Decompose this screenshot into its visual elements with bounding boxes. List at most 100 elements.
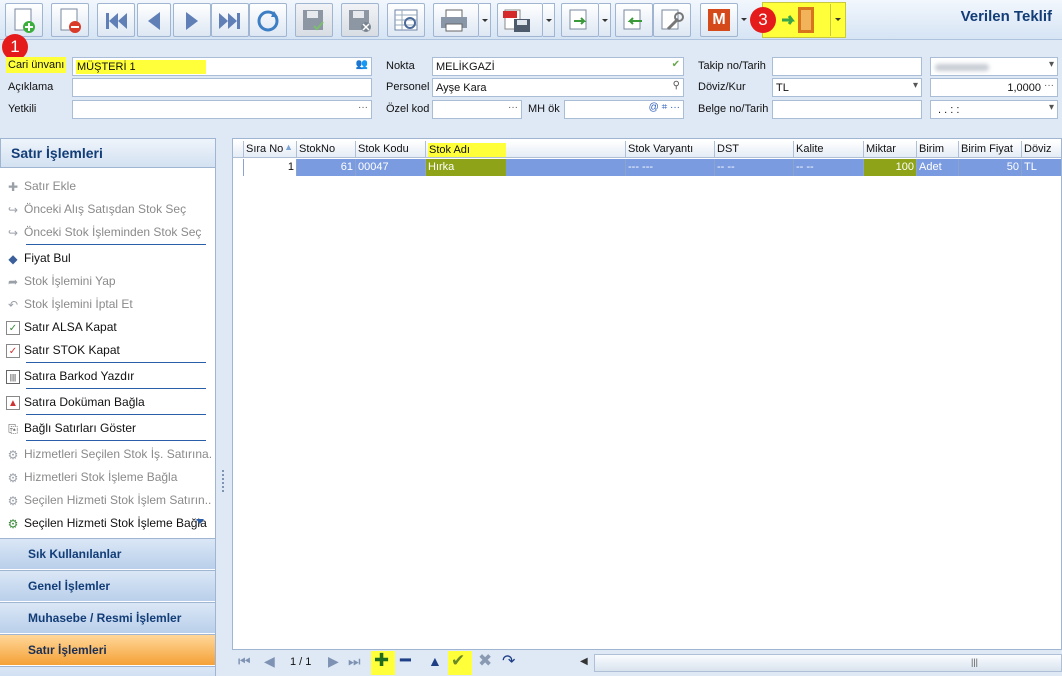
cell-stok-adi[interactable]: Hırka [426, 159, 626, 176]
redo-icon[interactable]: ↷ [502, 651, 515, 671]
ellipsis-icon[interactable]: ··· [358, 102, 368, 113]
scroll-left-icon[interactable]: ◀ [580, 656, 588, 676]
column-header-stok-no[interactable]: StokNo [297, 141, 356, 158]
column-header-dst[interactable]: DST [715, 141, 794, 158]
m-dropdown-button[interactable] [738, 3, 750, 37]
kur-field[interactable]: 1,0000 ··· [930, 78, 1058, 97]
cancel-x-icon[interactable]: ✖ [478, 651, 492, 671]
previous-record-button[interactable] [137, 3, 171, 37]
column-header-birim-fiyat[interactable]: Birim Fiyat [959, 141, 1022, 158]
panel-splitter[interactable] [218, 138, 230, 676]
first-page-icon[interactable]: ⏮ [238, 653, 251, 673]
export-button[interactable] [561, 3, 599, 37]
column-header-doviz[interactable]: Döviz [1022, 141, 1061, 158]
mh-ok-field[interactable]: @ ⌗ ··· [564, 100, 684, 119]
column-header-miktar[interactable]: Miktar [864, 141, 917, 158]
chevron-down-icon[interactable]: ▾ [1049, 59, 1054, 70]
nav-group-muhasebe[interactable]: Muhasebe / Resmi İşlemler [0, 602, 215, 633]
column-header-stok-varyanti[interactable]: Stok Varyantı [626, 141, 715, 158]
remove-row-icon[interactable]: ━ [400, 650, 411, 670]
action-hizmetleri-stok-bagla[interactable]: ⚙ Hizmetleri Stok İşleme Bağla [6, 467, 211, 487]
nav-group-sik-kullanilanlar[interactable]: Sık Kullanılanlar [0, 538, 215, 569]
collapse-arrow-icon[interactable] [196, 519, 204, 524]
cancel-save-button[interactable] [341, 3, 379, 37]
aciklama-field[interactable] [72, 78, 372, 97]
move-up-icon[interactable]: ▲ [428, 653, 442, 673]
pdf-export-button[interactable] [497, 3, 543, 37]
action-satir-ekle[interactable]: ✚ Satır Ekle [6, 176, 211, 196]
refresh-button[interactable] [249, 3, 287, 37]
nav-group-satir-islemleri[interactable]: Satır İşlemleri [0, 634, 215, 665]
action-fiyat-bul[interactable]: ◆ Fiyat Bul [6, 248, 211, 268]
takip-no-field[interactable] [772, 57, 922, 76]
column-header-stok-adi[interactable]: Stok Adı [426, 141, 626, 158]
action-satira-barkod-yazdir[interactable]: ||| Satıra Barkod Yazdır [6, 366, 211, 386]
action-hizmetleri-secilen-stok[interactable]: ⚙ Hizmetleri Seçilen Stok İş. Satırına... [6, 444, 211, 464]
export-dropdown-button[interactable] [599, 3, 611, 37]
cell-dst[interactable]: -- -- [715, 159, 794, 176]
column-header-kalite[interactable]: Kalite [794, 141, 864, 158]
cari-unvani-field[interactable]: MÜŞTERİ 1 👥 [72, 57, 372, 76]
chevron-down-icon[interactable]: ▾ [913, 80, 918, 91]
action-stok-islemini-iptal[interactable]: ↶ Stok İşlemini İptal Et [6, 294, 211, 314]
cell-stok-varyanti[interactable]: --- --- [626, 159, 715, 176]
doviz-select[interactable]: TL ▾ [772, 78, 922, 97]
cell-birim-fiyat[interactable]: 50 [959, 159, 1022, 176]
customer-lookup-icon[interactable]: 👥 [356, 59, 368, 70]
exit-dropdown-button[interactable] [830, 4, 844, 36]
save-button[interactable] [295, 3, 333, 37]
m-button[interactable]: M [700, 3, 738, 37]
print-dropdown-button[interactable] [479, 3, 491, 37]
cell-stok-kodu[interactable]: 00047 [356, 159, 426, 176]
ellipsis-icon[interactable]: ··· [508, 102, 518, 113]
delete-record-button[interactable] [51, 3, 89, 37]
email-icon[interactable]: @ ⌗ ··· [649, 102, 680, 113]
action-onceki-stok-islem[interactable]: ↪ Önceki Stok İşleminden Stok Seç [6, 222, 211, 242]
last-page-icon[interactable]: ⏭ [348, 653, 361, 673]
nokta-field[interactable]: MELİKGAZİ ✔ [432, 57, 684, 76]
pdf-dropdown-button[interactable] [543, 3, 555, 37]
column-header-sira-no[interactable]: Sıra No ▲ [244, 141, 297, 158]
personel-field[interactable]: Ayşe Kara ⚲ [432, 78, 684, 97]
cell-miktar[interactable]: 100 [864, 159, 917, 176]
exit-button[interactable] [780, 4, 820, 36]
last-record-button[interactable] [211, 3, 249, 37]
yetkili-field[interactable]: ··· [72, 100, 372, 119]
chevron-down-icon[interactable]: ▾ [1049, 102, 1054, 113]
next-page-icon[interactable]: ▶ [328, 653, 339, 673]
takip-date-field[interactable]: ▾ [930, 57, 1058, 76]
new-record-button[interactable] [5, 3, 43, 37]
cell-birim[interactable]: Adet [917, 159, 959, 176]
action-satira-dokuman-bagla[interactable]: ▲ Satıra Doküman Bağla [6, 392, 211, 412]
action-secilen-hizmeti-stok-satir[interactable]: ⚙ Seçilen Hizmeti Stok İşlem Satırın... [6, 490, 211, 510]
add-row-icon[interactable]: ✚ [374, 650, 389, 670]
belge-no-field[interactable] [772, 100, 922, 119]
column-header-stok-kodu[interactable]: Stok Kodu [356, 141, 426, 158]
previous-page-icon[interactable]: ◀ [264, 653, 275, 673]
double-check-icon[interactable]: ✔ [672, 59, 680, 70]
cell-doviz[interactable]: TL [1022, 159, 1061, 176]
action-bagli-satirlari-goster[interactable]: ⎘ Bağlı Satırları Göster [6, 418, 211, 438]
row-indicator[interactable] [233, 159, 244, 176]
ellipsis-icon[interactable]: ··· [1044, 80, 1054, 91]
action-stok-islemini-yap[interactable]: ➦ Stok İşlemini Yap [6, 271, 211, 291]
nav-group-more[interactable] [0, 666, 215, 676]
cell-kalite[interactable]: -- -- [794, 159, 864, 176]
nav-group-genel-islemler[interactable]: Genel İşlemler [0, 570, 215, 601]
tools-button[interactable] [653, 3, 691, 37]
import-button[interactable] [615, 3, 653, 37]
belge-date-field[interactable]: . . : : ▾ [930, 100, 1058, 119]
cell-sira-no[interactable]: 1 [244, 159, 297, 176]
first-record-button[interactable] [97, 3, 135, 37]
action-onceki-alis-satis[interactable]: ↪ Önceki Alış Satışdan Stok Seç [6, 199, 211, 219]
action-satir-alsa-kapat[interactable]: ✓ Satır ALSA Kapat [6, 317, 211, 337]
person-search-icon[interactable]: ⚲ [673, 80, 680, 91]
action-secilen-hizmeti-stok-bagla[interactable]: ⚙ Seçilen Hizmeti Stok İşleme Bağla [6, 513, 211, 533]
next-record-button[interactable] [173, 3, 211, 37]
ozel-kod-field[interactable]: ··· [432, 100, 522, 119]
column-header-birim[interactable]: Birim [917, 141, 959, 158]
cell-stok-no[interactable]: 61 [297, 159, 356, 176]
preview-button[interactable] [387, 3, 425, 37]
confirm-check-icon[interactable]: ✔ [451, 651, 465, 671]
horizontal-scrollbar[interactable]: ||| [594, 654, 1062, 672]
